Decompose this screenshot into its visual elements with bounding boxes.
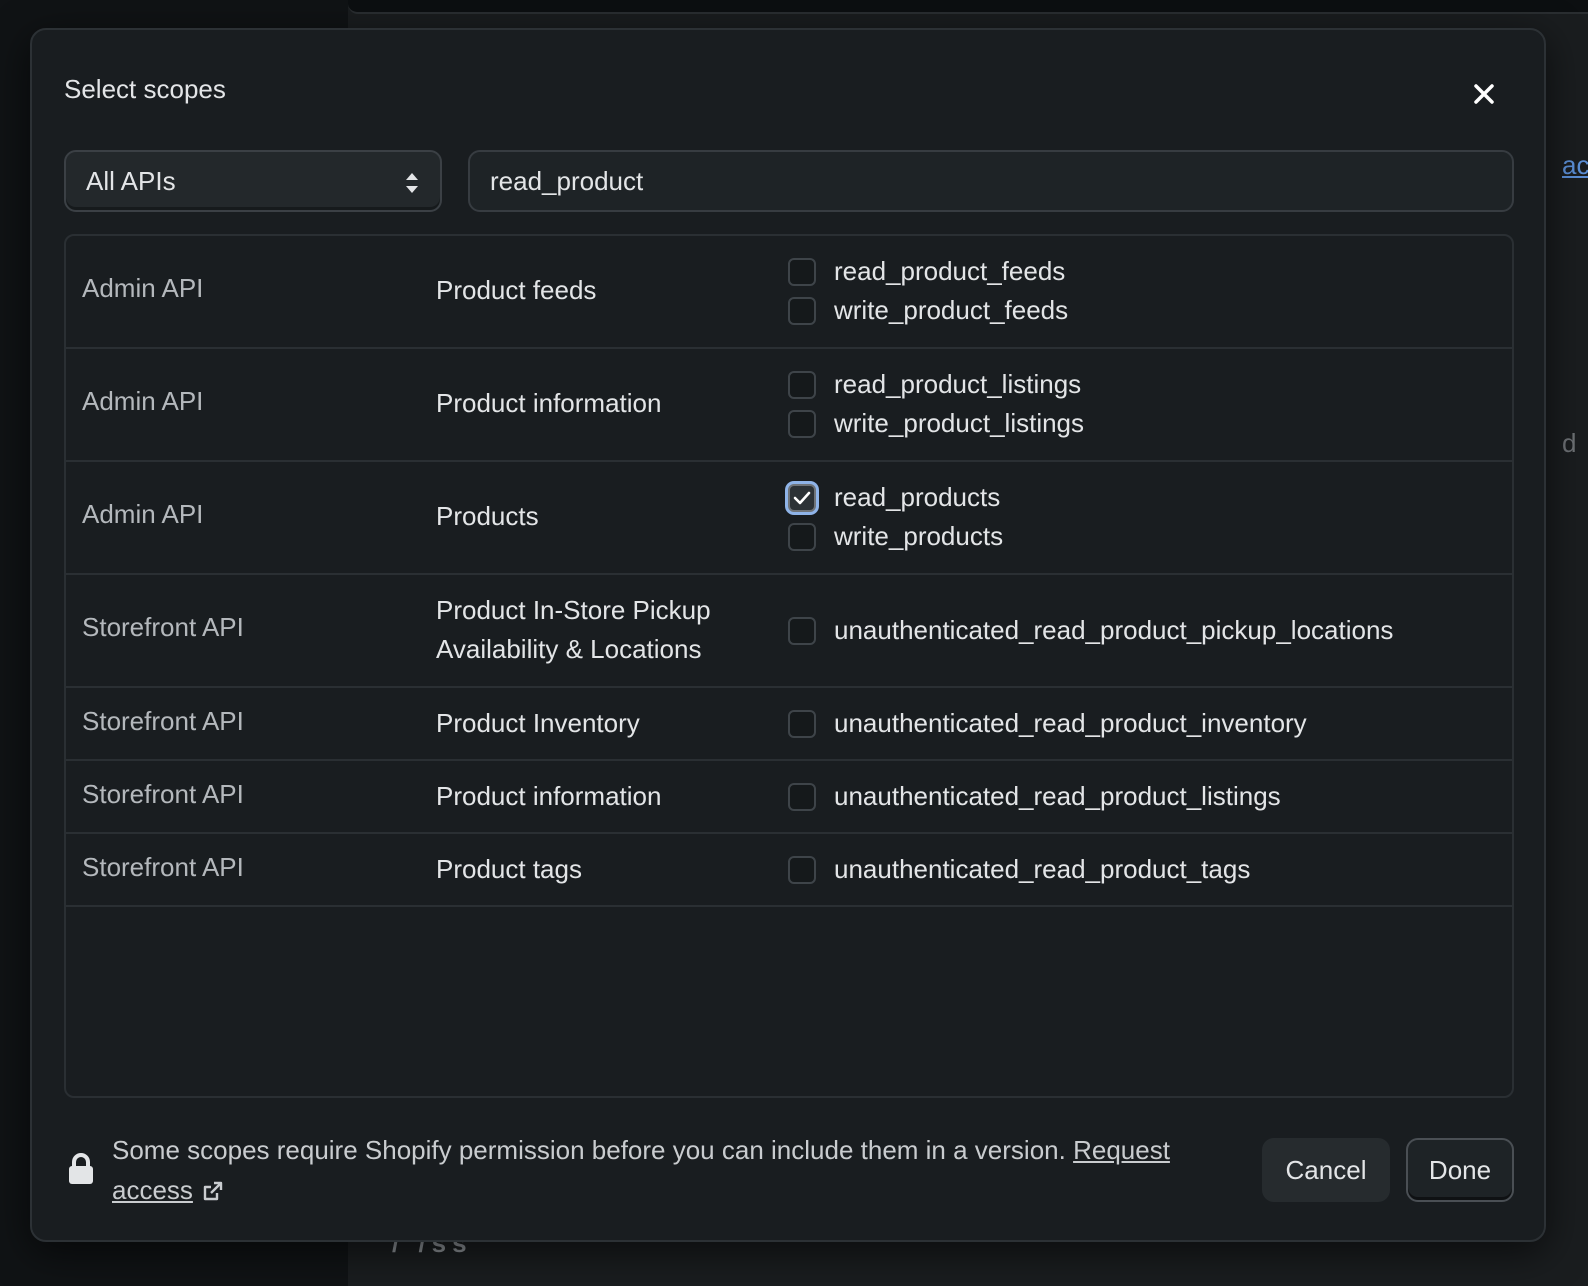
row-scope-group: Product feeds bbox=[436, 275, 597, 305]
close-icon bbox=[1474, 84, 1494, 104]
lock-icon bbox=[66, 1152, 96, 1191]
row-api: Admin API bbox=[82, 499, 204, 529]
scope-option[interactable]: read_product_listings bbox=[788, 365, 1084, 404]
scope-checkbox[interactable] bbox=[788, 855, 816, 884]
table-row: Admin API Products read_products write_p… bbox=[66, 462, 1512, 575]
table-row: Admin API Product feeds read_product_fee… bbox=[66, 236, 1512, 349]
cancel-button[interactable]: Cancel bbox=[1262, 1138, 1390, 1202]
scope-checkbox[interactable] bbox=[788, 522, 816, 551]
permission-notice-text: Some scopes require Shopify permission b… bbox=[112, 1135, 1066, 1165]
select-arrows-icon bbox=[406, 173, 418, 193]
table-row: Storefront API Product tags unauthentica… bbox=[66, 834, 1512, 907]
modal-title: Select scopes bbox=[64, 74, 226, 104]
scope-label: read_products bbox=[834, 482, 1001, 512]
row-scope-group: Product information bbox=[436, 388, 662, 418]
row-api: Admin API bbox=[82, 273, 204, 303]
scope-checkbox[interactable] bbox=[788, 782, 816, 811]
select-scopes-modal: Select scopes All APIs Admin API Product… bbox=[30, 28, 1546, 1242]
scope-label: unauthenticated_read_product_tags bbox=[834, 854, 1251, 884]
scope-label: read_product_feeds bbox=[834, 256, 1066, 286]
background-link-fragment: ac bbox=[1562, 150, 1588, 180]
scope-label: unauthenticated_read_product_pickup_loca… bbox=[834, 615, 1394, 645]
scope-option[interactable]: unauthenticated_read_product_tags bbox=[788, 850, 1250, 889]
table-row: Storefront API Product In-Store Pickup A… bbox=[66, 575, 1512, 688]
row-api: Storefront API bbox=[82, 779, 244, 809]
scope-option[interactable]: read_products bbox=[788, 478, 1003, 517]
done-button[interactable]: Done bbox=[1406, 1138, 1514, 1202]
row-scope-group-line: Availability & Locations bbox=[436, 634, 702, 664]
scope-search-field[interactable] bbox=[468, 150, 1514, 212]
scope-option[interactable]: unauthenticated_read_product_pickup_loca… bbox=[788, 611, 1393, 650]
scope-label: unauthenticated_read_product_listings bbox=[834, 781, 1281, 811]
scope-option[interactable]: read_product_feeds bbox=[788, 252, 1068, 291]
scope-label: read_product_listings bbox=[834, 369, 1082, 399]
close-button[interactable] bbox=[1466, 76, 1502, 112]
scope-checkbox[interactable] bbox=[788, 616, 816, 645]
scope-option[interactable]: write_products bbox=[788, 517, 1003, 556]
row-scope-group: Products bbox=[436, 501, 539, 531]
table-row: Storefront API Product Inventory unauthe… bbox=[66, 688, 1512, 761]
scope-label: write_product_listings bbox=[834, 408, 1085, 438]
scope-checkbox[interactable] bbox=[788, 370, 816, 399]
scope-checkbox[interactable] bbox=[788, 709, 816, 738]
scope-option[interactable]: write_product_listings bbox=[788, 404, 1084, 443]
table-row: Admin API Product information read_produ… bbox=[66, 349, 1512, 462]
permission-notice: Some scopes require Shopify permission b… bbox=[112, 1130, 1242, 1210]
row-scope-group: Product In-Store Pickup Availability & L… bbox=[436, 591, 711, 669]
api-filter-value: All APIs bbox=[86, 165, 176, 196]
row-api: Storefront API bbox=[82, 706, 244, 736]
row-scope-group: Product Inventory bbox=[436, 708, 640, 738]
scope-label: write_product_feeds bbox=[834, 295, 1069, 325]
scope-label: write_products bbox=[834, 521, 1004, 551]
scope-checkbox[interactable] bbox=[788, 257, 816, 286]
scopes-table: Admin API Product feeds read_product_fee… bbox=[64, 234, 1514, 1098]
scope-checkbox[interactable] bbox=[788, 409, 816, 438]
row-scope-group: Product information bbox=[436, 781, 662, 811]
scope-checkbox[interactable] bbox=[788, 296, 816, 325]
scope-label: unauthenticated_read_product_inventory bbox=[834, 708, 1307, 738]
table-row: Storefront API Product information unaut… bbox=[66, 761, 1512, 834]
scope-option[interactable]: write_product_feeds bbox=[788, 291, 1068, 330]
api-filter-select[interactable]: All APIs bbox=[64, 150, 442, 212]
scope-checkbox-checked[interactable] bbox=[788, 483, 816, 512]
external-link-icon bbox=[203, 1181, 223, 1201]
row-api: Storefront API bbox=[82, 612, 244, 642]
scope-search-input[interactable] bbox=[490, 165, 1490, 197]
checkmark-icon bbox=[793, 491, 811, 504]
row-scope-group-line: Product In-Store Pickup bbox=[436, 595, 711, 625]
row-scope-group: Product tags bbox=[436, 854, 582, 884]
row-api: Admin API bbox=[82, 386, 204, 416]
background-topbar bbox=[348, 0, 1588, 14]
scope-option[interactable]: unauthenticated_read_product_listings bbox=[788, 777, 1281, 816]
row-api: Storefront API bbox=[82, 852, 244, 882]
background-text-fragment: d bbox=[1562, 428, 1577, 458]
scope-option[interactable]: unauthenticated_read_product_inventory bbox=[788, 704, 1307, 743]
